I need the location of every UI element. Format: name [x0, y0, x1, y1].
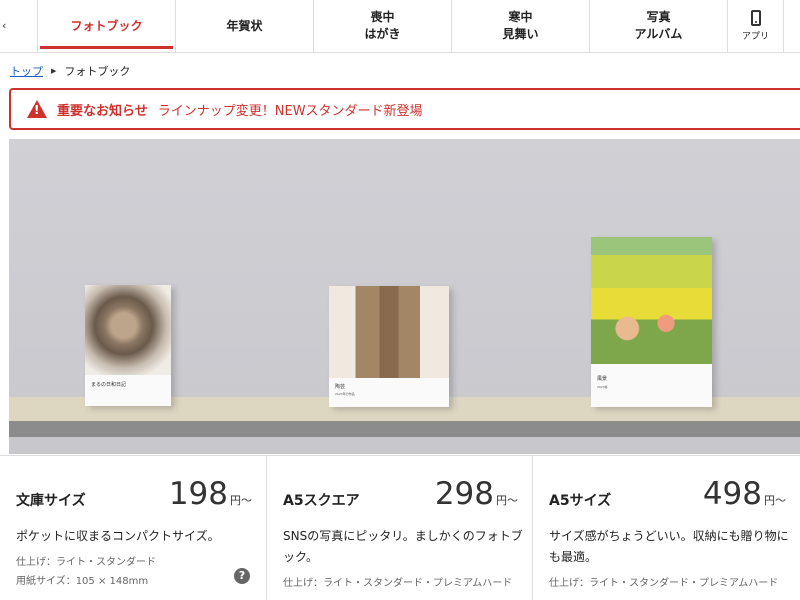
tab-label: フォトブック: [70, 18, 143, 33]
pottery-photo: [329, 286, 449, 378]
tab-label-line2: はがき: [364, 27, 401, 41]
breadcrumb-home-link[interactable]: トップ: [10, 63, 43, 79]
book-subcaption: 2023年の作品: [335, 392, 355, 396]
product-card-a5-square[interactable]: A5スクエア 298 円〜 SNSの写真にピッタリ。ましかくのフォトブック。 仕…: [267, 456, 533, 600]
cat-photo: [85, 285, 171, 375]
tab-photobook[interactable]: フォトブック: [38, 0, 176, 52]
smartphone-icon: [750, 10, 761, 26]
card-header: A5サイズ 498 円〜: [549, 476, 800, 514]
tab-photo-album[interactable]: 写真 アルバム: [590, 0, 728, 52]
product-paper-size: 用紙サイズ：105 × 148mm: [16, 576, 149, 587]
triangle-right-icon: ▶: [51, 67, 57, 75]
photobook-a5-image: 風景 2023春: [591, 237, 712, 407]
global-nav: ‹ フォトブック 年賀状 喪中はがき 寒中見舞い 写真アルバム アプリ: [0, 0, 800, 53]
warning-icon: !: [27, 100, 47, 118]
book-caption: 陶芸: [335, 384, 346, 390]
tab-nengajo[interactable]: 年賀状: [176, 0, 314, 52]
tab-kanchu[interactable]: 寒中 見舞い: [452, 0, 590, 52]
book-caption: 風景: [597, 376, 608, 382]
app-button[interactable]: アプリ: [728, 0, 784, 52]
tab-label: 喪中: [370, 10, 395, 24]
hero-banner: まるの日和日記 陶芸 2023年の作品 風景 2023春: [9, 139, 800, 454]
important-notice-banner[interactable]: ! 重要なお知らせ ラインナップ変更！NEWスタンダード新登場: [9, 88, 800, 130]
product-description: サイズ感がちょうどいい。収納にも贈り物にも最適。: [549, 529, 789, 564]
price-value: 498: [702, 476, 762, 512]
product-finish: 仕上げ：ライト・スタンダード・プレミアムハード: [283, 578, 513, 589]
help-icon[interactable]: ?: [234, 568, 250, 584]
photobook-bunko-image: まるの日和日記: [85, 285, 171, 406]
nav-scroll-left[interactable]: ‹: [0, 0, 38, 52]
product-name: A5スクエア: [283, 493, 360, 509]
breadcrumb: トップ ▶ フォトブック: [10, 63, 130, 79]
price-value: 198: [168, 476, 228, 512]
tab-mochu[interactable]: 喪中 はがき: [314, 0, 452, 52]
app-label: アプリ: [741, 32, 769, 42]
product-price: 498 円〜: [703, 476, 786, 512]
tab-label: 写真: [646, 10, 671, 24]
product-finish: 仕上げ：ライト・スタンダード・プレミアムハード: [549, 578, 779, 589]
book-caption: まるの日和日記: [91, 382, 127, 388]
card-header: A5スクエア 298 円〜: [283, 476, 532, 514]
product-list: 文庫サイズ 198 円〜 ポケットに収まるコンパクトサイズ。 仕上げ：ライト・ス…: [0, 455, 800, 600]
notice-message: ラインナップ変更！NEWスタンダード新登場: [157, 103, 423, 119]
product-name: A5サイズ: [549, 493, 612, 509]
product-card-a5[interactable]: A5サイズ 498 円〜 サイズ感がちょうどいい。収納にも贈り物にも最適。 仕上…: [533, 456, 800, 600]
book-subcaption: 2023春: [597, 385, 608, 389]
tab-label: 年賀状: [226, 18, 263, 33]
tab-label: 寒中: [508, 10, 533, 24]
price-unit: 円〜: [764, 494, 786, 507]
product-finish: 仕上げ：ライト・スタンダード: [16, 557, 156, 568]
breadcrumb-current: フォトブック: [64, 65, 131, 78]
photobook-a5-square-image: 陶芸 2023年の作品: [329, 286, 449, 407]
product-description: SNSの写真にピッタリ。ましかくのフォトブック。: [283, 529, 523, 564]
price-value: 298: [434, 476, 494, 512]
chevron-left-icon: ‹: [2, 19, 7, 32]
tab-label-line2: 見舞い: [502, 27, 539, 41]
shelf-front: [9, 421, 800, 437]
card-header: 文庫サイズ 198 円〜: [16, 476, 266, 514]
product-description: ポケットに収まるコンパクトサイズ。: [16, 529, 220, 543]
tulip-photo: [591, 237, 712, 364]
shelf-shadow: [9, 437, 800, 454]
product-price: 198 円〜: [169, 476, 252, 512]
product-name: 文庫サイズ: [16, 493, 86, 509]
tab-label-line2: アルバム: [634, 27, 683, 41]
product-card-bunko[interactable]: 文庫サイズ 198 円〜 ポケットに収まるコンパクトサイズ。 仕上げ：ライト・ス…: [0, 456, 267, 600]
price-unit: 円〜: [496, 494, 518, 507]
notice-label: 重要なお知らせ: [57, 103, 148, 119]
price-unit: 円〜: [230, 494, 252, 507]
product-price: 298 円〜: [435, 476, 518, 512]
